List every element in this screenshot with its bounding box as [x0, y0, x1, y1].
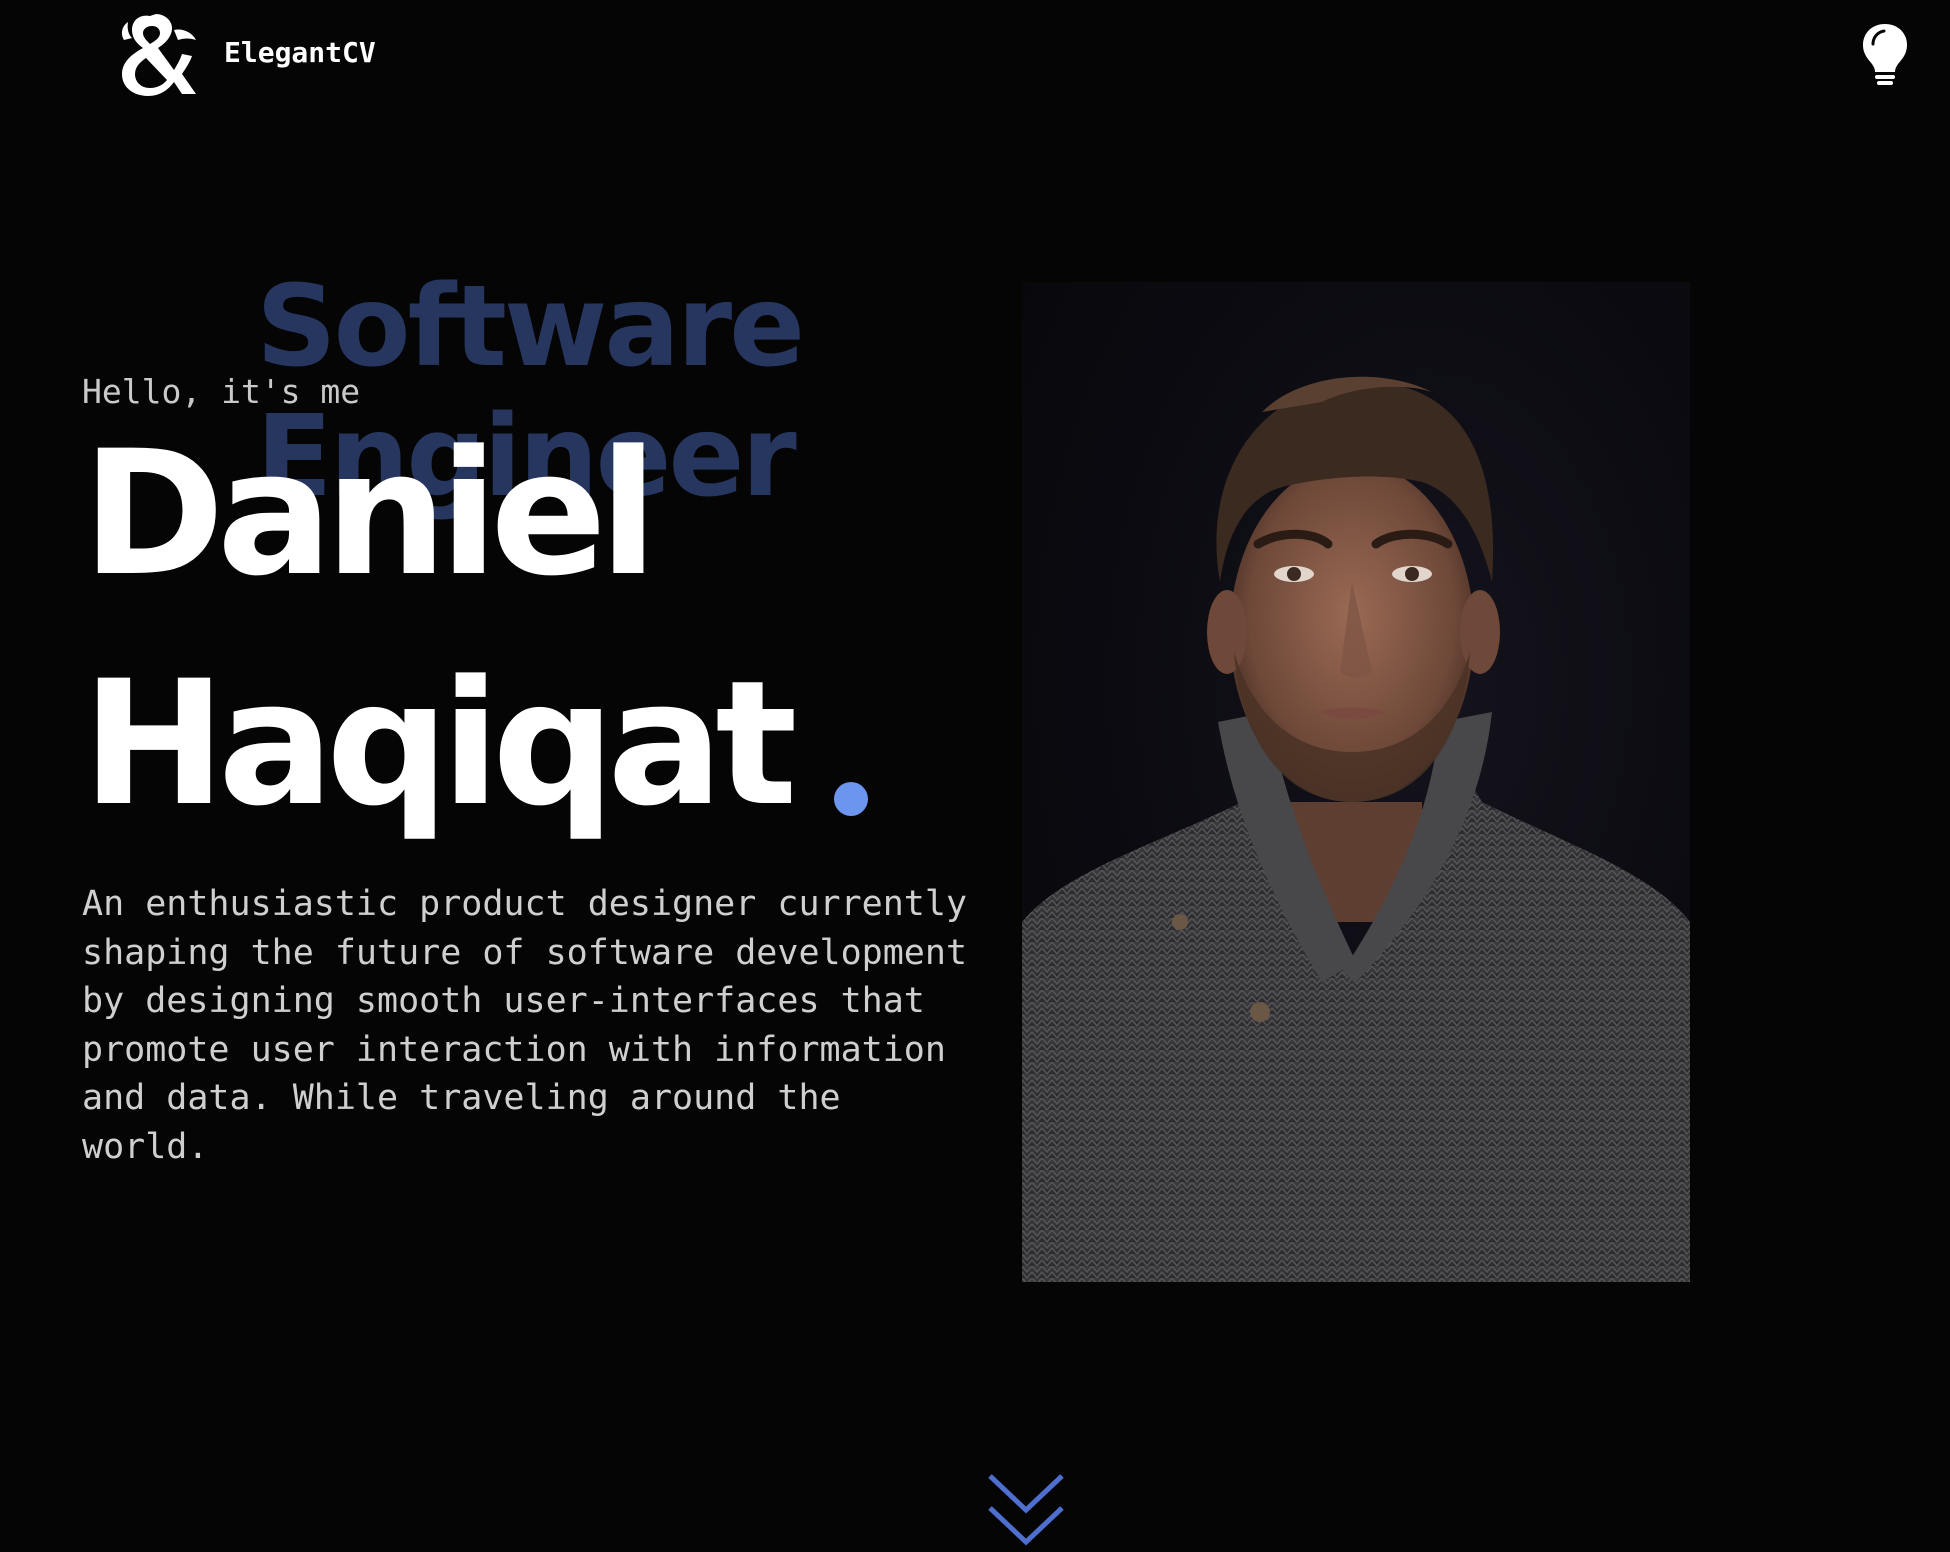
greeting-text: Hello, it's me [82, 372, 361, 411]
last-name-heading: Haqiqat [82, 643, 798, 844]
profile-photo [1022, 282, 1690, 1282]
double-chevron-down-icon[interactable] [986, 1470, 1066, 1548]
intro-paragraph: An enthusiastic product designer current… [82, 884, 968, 1167]
lightbulb-icon[interactable] [1858, 22, 1912, 86]
brand-name[interactable]: ElegantCV [224, 36, 376, 69]
first-name-heading: Daniel [82, 413, 658, 614]
brand-logo-icon[interactable] [110, 10, 202, 100]
accent-dot [834, 782, 868, 816]
